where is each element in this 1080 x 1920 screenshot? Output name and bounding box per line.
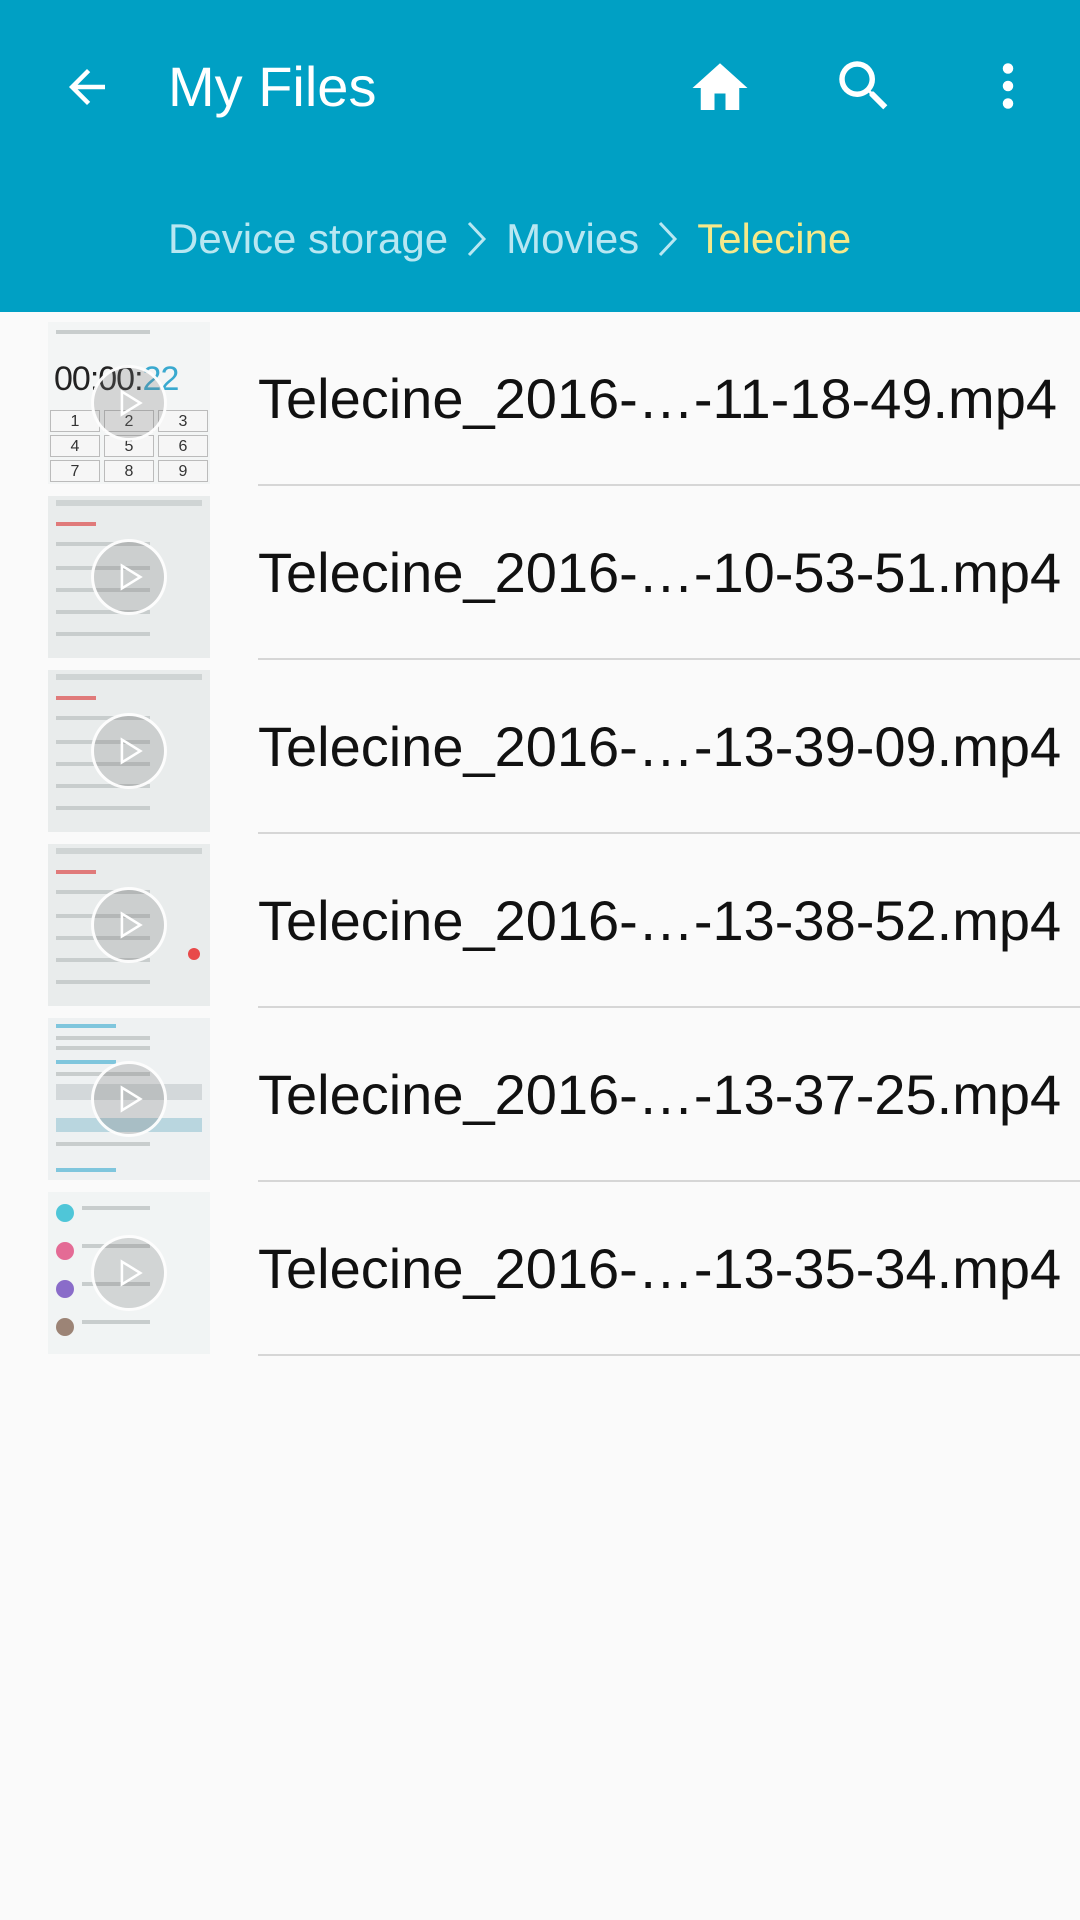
page-title: My Files bbox=[168, 55, 377, 118]
file-name: Telecine_2016-…-13-37-25.mp4 bbox=[258, 1063, 1062, 1126]
more-vert-icon bbox=[1002, 63, 1014, 109]
back-button[interactable] bbox=[48, 48, 126, 126]
divider bbox=[258, 1354, 1080, 1356]
file-name: Telecine_2016-…-13-38-52.mp4 bbox=[258, 889, 1062, 952]
home-icon bbox=[692, 63, 748, 110]
back-arrow-icon bbox=[69, 69, 105, 105]
breadcrumb-item-movies[interactable]: Movies bbox=[506, 208, 639, 270]
play-icon bbox=[91, 365, 167, 441]
video-thumbnail bbox=[48, 844, 210, 1006]
file-name: Telecine_2016-…-13-39-09.mp4 bbox=[258, 715, 1062, 778]
play-icon bbox=[91, 539, 167, 615]
chevron-right-icon bbox=[639, 208, 697, 270]
chevron-right-icon bbox=[448, 208, 506, 270]
file-row[interactable]: Telecine_2016-…-10-53-51.mp4 bbox=[0, 486, 1080, 660]
search-icon bbox=[839, 61, 888, 110]
breadcrumb-item-device-storage[interactable]: Device storage bbox=[168, 208, 448, 270]
video-thumbnail: 00:00:22 1 2 3 4 5 6 7 8 9 bbox=[48, 322, 210, 484]
video-thumbnail bbox=[48, 1192, 210, 1354]
file-row[interactable]: Telecine_2016-…-13-35-34.mp4 bbox=[0, 1182, 1080, 1356]
file-row[interactable]: 00:00:22 1 2 3 4 5 6 7 8 9 Telecine_2016… bbox=[0, 312, 1080, 486]
video-thumbnail bbox=[48, 670, 210, 832]
video-thumbnail bbox=[48, 496, 210, 658]
file-name: Telecine_2016-…-13-35-34.mp4 bbox=[258, 1237, 1062, 1300]
breadcrumb-item-telecine[interactable]: Telecine bbox=[697, 208, 851, 270]
file-list: 00:00:22 1 2 3 4 5 6 7 8 9 Telecine_2016… bbox=[0, 312, 1080, 1356]
search-button[interactable] bbox=[824, 46, 904, 126]
play-icon bbox=[91, 1061, 167, 1137]
file-row[interactable]: Telecine_2016-…-13-38-52.mp4 bbox=[0, 834, 1080, 1008]
home-button[interactable] bbox=[680, 48, 760, 128]
play-icon bbox=[91, 713, 167, 789]
breadcrumb: Device storage Movies Telecine bbox=[168, 208, 851, 270]
play-icon bbox=[91, 1235, 167, 1311]
play-icon bbox=[91, 887, 167, 963]
more-options-button[interactable] bbox=[968, 46, 1048, 126]
file-name: Telecine_2016-…-10-53-51.mp4 bbox=[258, 541, 1062, 604]
video-thumbnail bbox=[48, 1018, 210, 1180]
file-row[interactable]: Telecine_2016-…-13-39-09.mp4 bbox=[0, 660, 1080, 834]
file-row[interactable]: Telecine_2016-…-13-37-25.mp4 bbox=[0, 1008, 1080, 1182]
app-bar: My Files Device storage Movies Telecine bbox=[0, 0, 1080, 312]
file-name: Telecine_2016-…-11-18-49.mp4 bbox=[258, 367, 1057, 430]
